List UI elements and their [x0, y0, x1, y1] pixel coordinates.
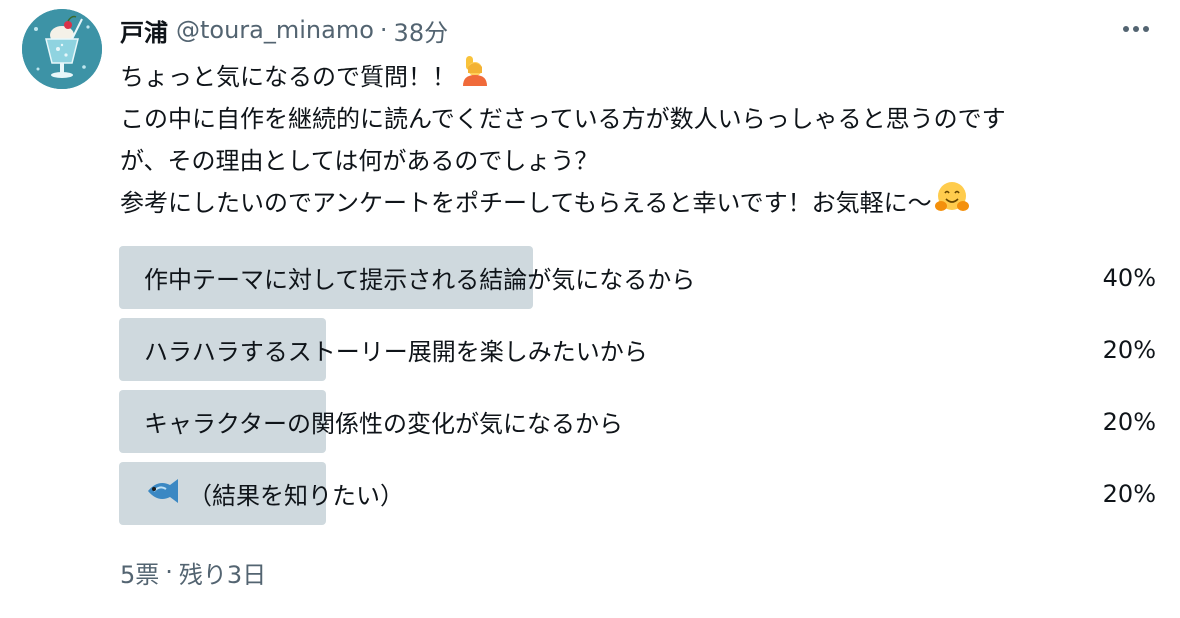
poll-option-label-container: 作中テーマに対して提示される結論が気になるから — [144, 246, 695, 309]
poll-meta: 5票 · 残り3日 — [120, 552, 266, 592]
poll-vote-count: 5票 — [120, 560, 160, 589]
poll-option-label-container: キャラクターの関係性の変化が気になるから — [144, 390, 623, 453]
tweet-header: 戸浦 @toura_minamo · 38分 — [120, 12, 448, 48]
poll-option-label-container: ハラハラするストーリー展開を楽しみたいから — [144, 318, 648, 381]
tweet-card: 戸浦 @toura_minamo · 38分 ちょっと気になるので質問！！ この — [0, 0, 1180, 618]
tweet-line-3: が、その理由としては何があるのでしょう？ — [120, 140, 1160, 182]
hugging-face-icon — [934, 180, 970, 227]
poll-time-remaining: 残り3日 — [178, 560, 267, 589]
display-name[interactable]: 戸浦 — [120, 13, 168, 48]
poll-option-1[interactable]: 作中テーマに対して提示される結論が気になるから 40% — [119, 246, 1160, 309]
poll-option-percent: 20% — [1102, 407, 1156, 436]
tweet-line-3-text: が、その理由としては何があるのでしょう？ — [120, 147, 599, 175]
tweet-line-4-text: 参考にしたいのでアンケートをポチーしてもらえると幸いです！お気軽に〜 — [120, 189, 932, 217]
tweet-line-1: ちょっと気になるので質問！！ — [120, 55, 1160, 100]
poll-option-3[interactable]: キャラクターの関係性の変化が気になるから 20% — [119, 390, 1160, 453]
poll-option-percent: 20% — [1102, 335, 1156, 364]
poll-option-label: 作中テーマに対して提示される結論が気になるから — [144, 266, 696, 294]
poll-option-label: （結果を知りたい） — [188, 482, 404, 510]
poll-option-2[interactable]: ハラハラするストーリー展開を楽しみたいから 20% — [119, 318, 1160, 381]
tweet-line-1-text: ちょっと気になるので質問！！ — [120, 63, 456, 91]
user-handle[interactable]: @toura_minamo — [176, 16, 374, 44]
header-separator: · — [379, 16, 388, 44]
fish-icon — [144, 477, 182, 511]
tweet-line-2: この中に自作を継続的に読んでくださっている方が数人いらっしゃると思うのです — [120, 98, 1160, 140]
tweet-timestamp[interactable]: 38分 — [394, 13, 449, 48]
more-horizontal-icon — [1123, 26, 1149, 32]
poll-option-percent: 20% — [1102, 479, 1156, 508]
poll: 作中テーマに対して提示される結論が気になるから 40% ハラハラするストーリー展開を… — [119, 246, 1160, 534]
poll-option-label-container: （結果を知りたい） — [144, 462, 404, 525]
raising-hand-icon — [458, 55, 488, 100]
poll-option-label: ハラハラするストーリー展開を楽しみたいから — [144, 338, 648, 366]
tweet-text: ちょっと気になるので質問！！ この中に自作を継続的に読んでくださっている方が数人… — [120, 55, 1160, 227]
poll-option-label: キャラクターの関係性の変化が気になるから — [144, 410, 624, 438]
tweet-line-2-text: この中に自作を継続的に読んでくださっている方が数人いらっしゃると思うのです — [120, 105, 1006, 133]
poll-meta-separator: · — [165, 558, 173, 586]
poll-option-percent: 40% — [1102, 263, 1156, 292]
more-options-button[interactable] — [1116, 14, 1156, 44]
tweet-line-4: 参考にしたいのでアンケートをポチーしてもらえると幸いです！お気軽に〜 — [120, 180, 1160, 227]
poll-option-4[interactable]: （結果を知りたい） 20% — [119, 462, 1160, 525]
cream-soda-avatar-icon — [22, 9, 102, 89]
avatar[interactable] — [22, 9, 102, 89]
